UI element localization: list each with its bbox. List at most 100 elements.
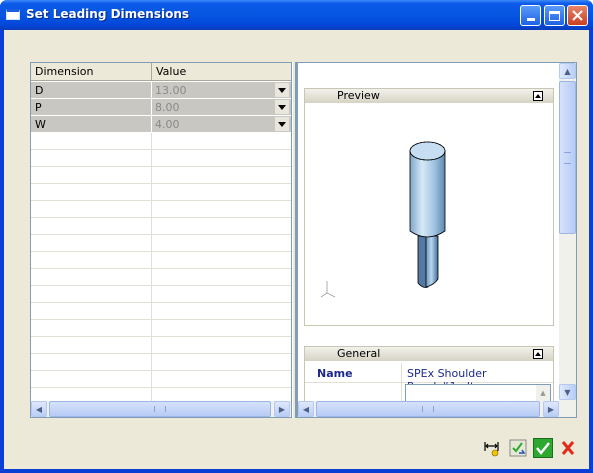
cell-divider <box>401 383 402 403</box>
scroll-thumb[interactable] <box>316 401 540 417</box>
ok-button[interactable] <box>533 438 553 458</box>
value-dropdown-button[interactable] <box>275 117 289 131</box>
preview-header[interactable]: Preview <box>305 89 553 103</box>
dimension-value[interactable]: 4.00 <box>155 118 180 131</box>
cell-divider <box>151 286 152 303</box>
preview-title: Preview <box>337 89 380 102</box>
grip-icon <box>564 152 571 164</box>
dimension-name: P <box>35 101 42 114</box>
refresh-button[interactable] <box>508 438 528 458</box>
close-button[interactable] <box>567 5 588 26</box>
cell-divider <box>151 235 152 252</box>
empty-grid-row <box>31 133 291 150</box>
grid-row-d[interactable]: D 13.00 <box>31 82 291 99</box>
cell-divider <box>151 337 152 354</box>
dimension-tool-button[interactable] <box>482 438 502 458</box>
cell-divider <box>151 133 152 150</box>
empty-grid-row <box>31 167 291 184</box>
collapse-preview-button[interactable] <box>533 91 543 101</box>
empty-grid-row <box>31 201 291 218</box>
general-header[interactable]: General <box>305 347 553 361</box>
property-row-empty: ▲ <box>305 383 553 403</box>
collapse-arrow-icon <box>535 94 541 98</box>
collapse-general-button[interactable] <box>533 349 543 359</box>
scroll-left-button[interactable]: ◀ <box>31 401 47 417</box>
grid-header: Dimension Value <box>31 63 291 81</box>
cell-divider <box>151 150 152 167</box>
grip-icon <box>154 406 166 412</box>
scroll-right-button[interactable]: ▶ <box>274 401 290 417</box>
grid-horizontal-scrollbar[interactable]: ◀ ▶ <box>31 401 291 417</box>
empty-grid-row <box>31 303 291 320</box>
scroll-right-button[interactable]: ▶ <box>543 401 559 417</box>
empty-grid-row <box>31 218 291 235</box>
scroll-up-button[interactable]: ▲ <box>559 63 576 79</box>
cell-divider <box>151 116 152 133</box>
cell-divider <box>151 99 152 116</box>
scroll-up-icon[interactable]: ▲ <box>536 385 550 401</box>
empty-grid-row <box>31 337 291 354</box>
cell-divider <box>401 363 402 383</box>
panel-horizontal-scrollbar[interactable]: ◀ ▶ <box>298 401 576 417</box>
grid-row-w[interactable]: W 4.00 <box>31 116 291 133</box>
cell-divider <box>151 354 152 371</box>
empty-grid-row <box>31 150 291 167</box>
empty-grid-row <box>31 354 291 371</box>
dimension-value[interactable]: 13.00 <box>155 84 187 97</box>
collapse-arrow-icon <box>535 352 541 356</box>
property-label: Name <box>317 367 353 380</box>
window-frame-bottom <box>0 469 593 473</box>
cancel-button[interactable] <box>558 438 578 458</box>
grid-row-p[interactable]: P 8.00 <box>31 99 291 116</box>
cell-divider <box>151 167 152 184</box>
cell-divider <box>151 252 152 269</box>
general-section: General Name SPEx Shoulder Punch#1.elt ▲ <box>304 346 554 403</box>
dimension-value[interactable]: 8.00 <box>155 101 180 114</box>
dialog-window: Set Leading Dimensions Dimension Value D… <box>0 0 593 473</box>
window-icon <box>6 9 20 20</box>
properties-panel: Preview General Name SPEx Shoulder ▲ ▲ ▼… <box>297 62 577 418</box>
empty-grid-row <box>31 235 291 252</box>
cell-divider <box>151 82 152 99</box>
scroll-thumb[interactable] <box>49 401 271 417</box>
part-preview-image[interactable] <box>305 103 553 325</box>
dropdown-arrow-icon <box>278 87 286 93</box>
scroll-down-button[interactable]: ▼ <box>559 384 576 400</box>
empty-grid-row <box>31 286 291 303</box>
dimension-name: W <box>35 118 46 131</box>
panel-vertical-scrollbar[interactable]: ▲ ▼ <box>559 63 576 401</box>
empty-grid-row <box>31 252 291 269</box>
column-header-value[interactable]: Value <box>152 63 291 81</box>
refresh-icon <box>509 439 527 457</box>
property-row-name[interactable]: Name SPEx Shoulder Punch#1.elt <box>305 363 553 393</box>
cell-divider <box>151 201 152 218</box>
cell-divider <box>151 320 152 337</box>
maximize-button[interactable] <box>544 5 565 26</box>
cell-divider <box>151 303 152 320</box>
close-icon <box>572 10 583 21</box>
value-dropdown-button[interactable] <box>275 83 289 97</box>
checkmark-icon <box>536 442 550 455</box>
dimension-name: D <box>35 84 44 97</box>
cell-divider <box>151 269 152 286</box>
cell-divider <box>151 371 152 388</box>
minimize-icon <box>526 18 535 21</box>
grip-icon <box>422 406 434 412</box>
property-edit-field[interactable]: ▲ <box>405 384 551 402</box>
preview-section: Preview <box>304 88 554 326</box>
empty-grid-row <box>31 320 291 337</box>
cell-divider <box>151 184 152 201</box>
title-bar[interactable]: Set Leading Dimensions <box>0 0 593 30</box>
column-header-dimension[interactable]: Dimension <box>31 63 152 81</box>
empty-grid-row <box>31 184 291 201</box>
dropdown-arrow-icon <box>278 121 286 127</box>
dimension-grid: Dimension Value D 13.00 P 8.00 W 4.00 ◀ … <box>30 62 292 418</box>
scroll-left-button[interactable]: ◀ <box>298 401 314 417</box>
value-dropdown-button[interactable] <box>275 100 289 114</box>
cell-divider <box>151 218 152 235</box>
empty-grid-row <box>31 269 291 286</box>
empty-grid-row <box>31 371 291 388</box>
minimize-button[interactable] <box>520 5 541 26</box>
maximize-icon <box>549 10 560 21</box>
scroll-thumb[interactable] <box>559 81 576 234</box>
